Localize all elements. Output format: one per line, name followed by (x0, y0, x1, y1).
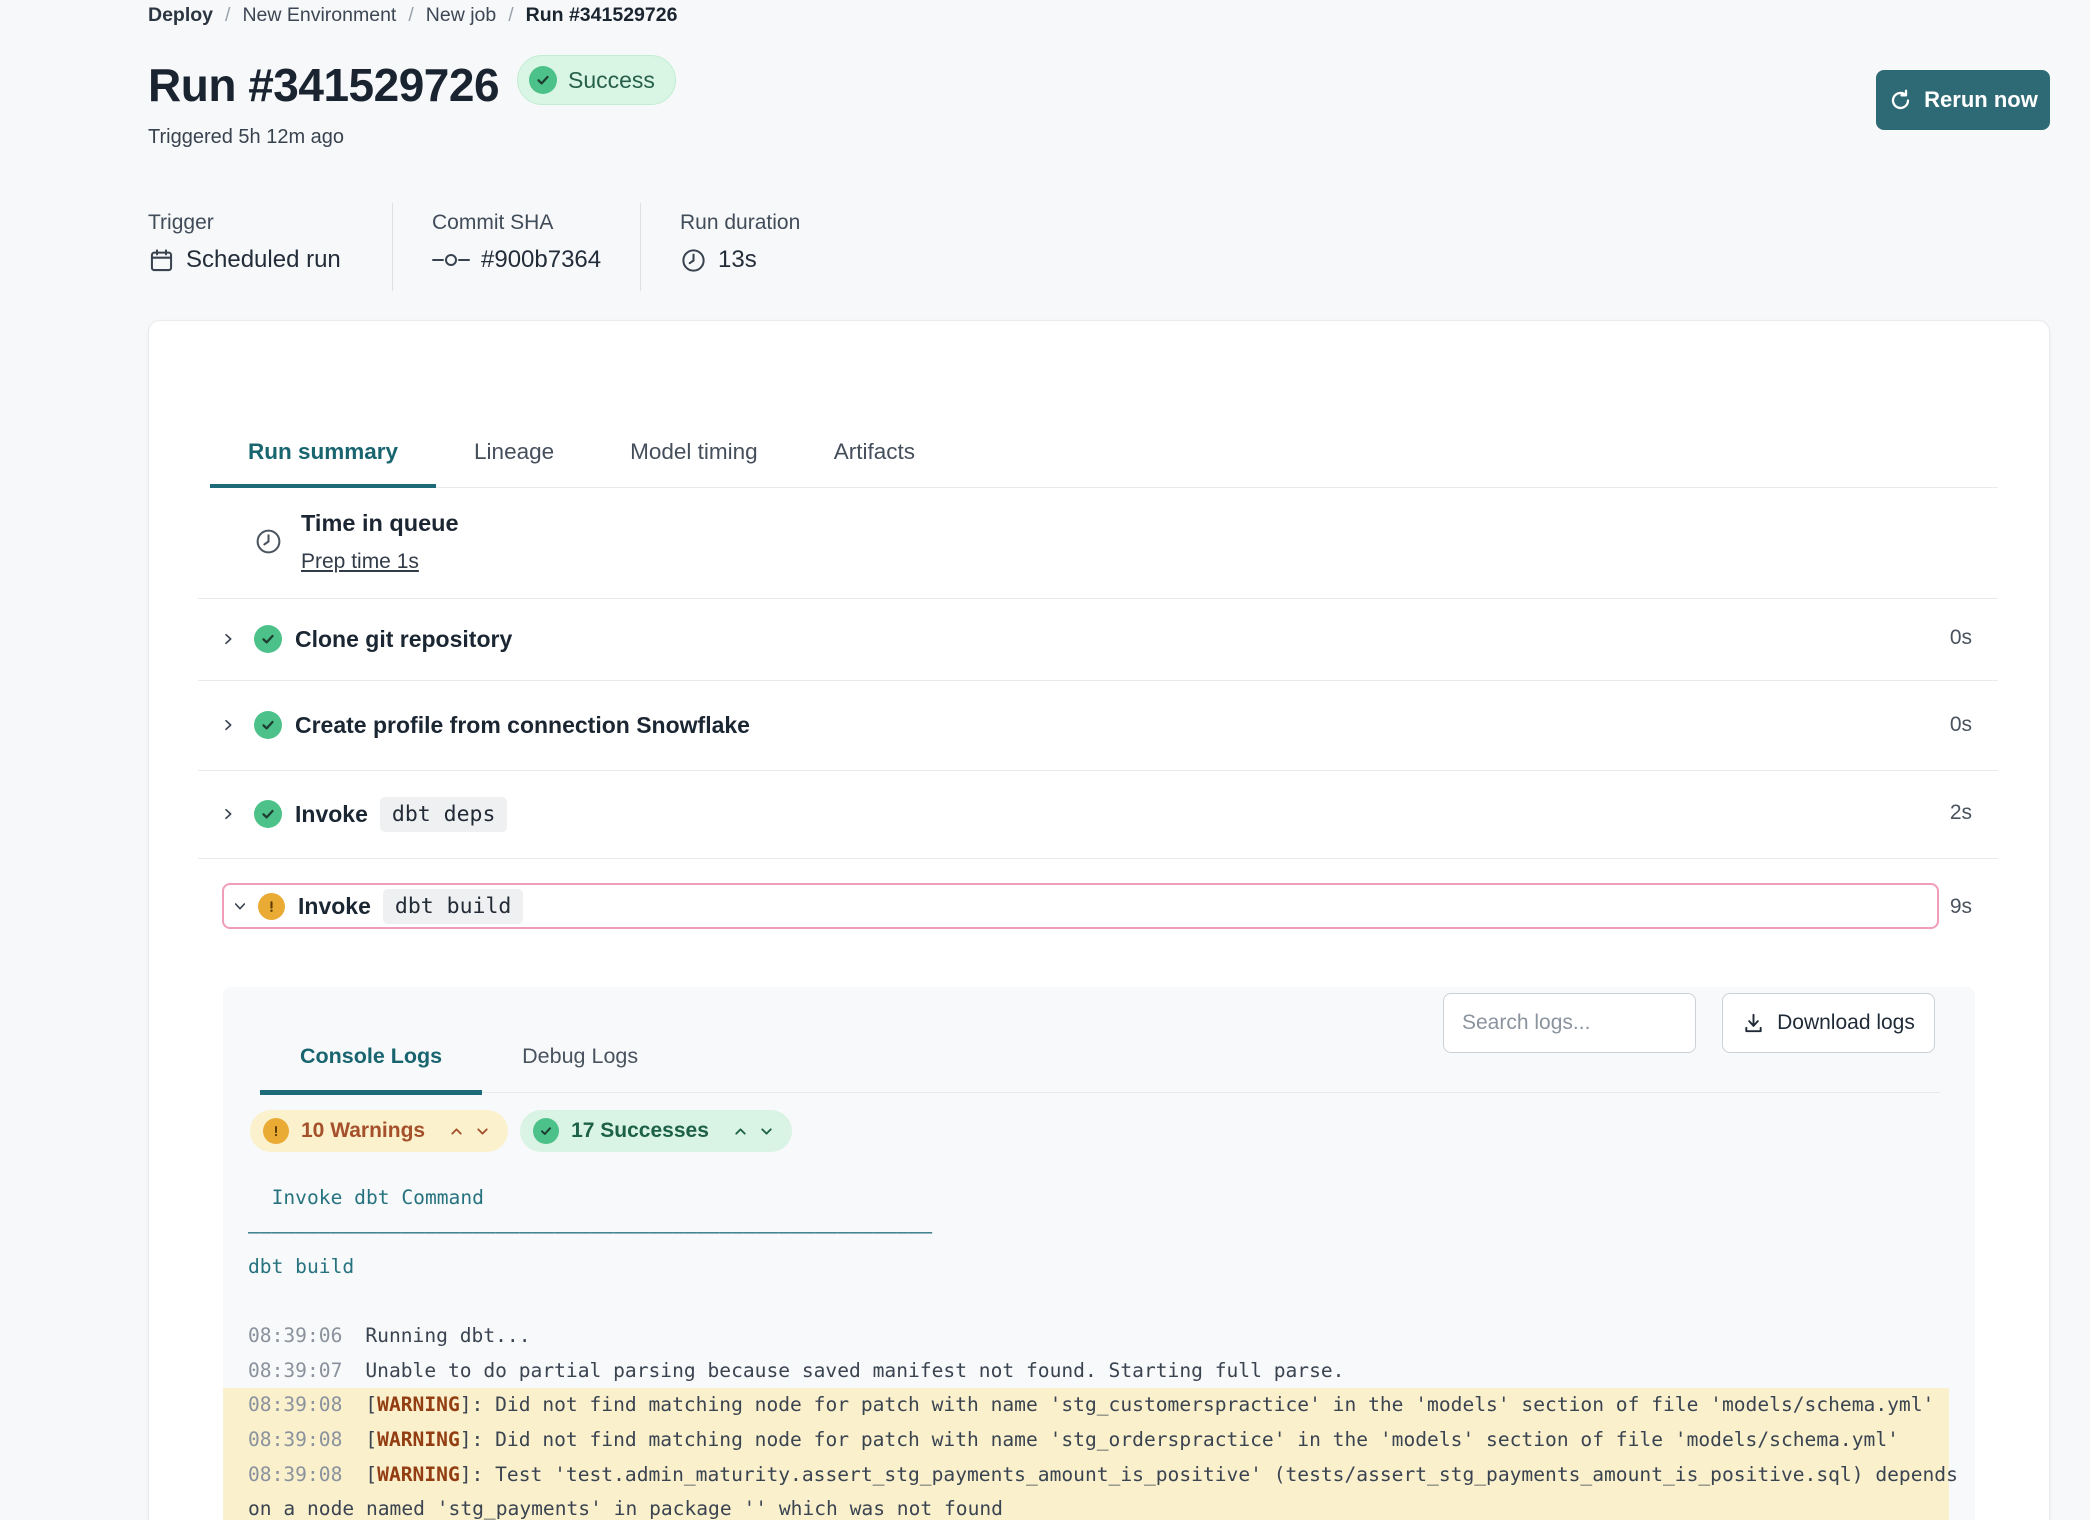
log-line: 08:39:08[WARNING]: Did not find matching… (223, 1422, 1949, 1457)
step-command-pill: dbt build (383, 889, 524, 924)
successes-pill[interactable]: 17 Successes (520, 1110, 792, 1152)
successes-count-label: 17 Successes (571, 1119, 709, 1143)
step-label: Invoke (295, 801, 368, 828)
rerun-now-button[interactable]: Rerun now (1876, 70, 2050, 130)
step-duration: 0s (1932, 626, 1972, 650)
log-line: on a node named 'stg_payments' in packag… (223, 1491, 1949, 1520)
chevron-up-icon[interactable] (448, 1123, 465, 1140)
main-tab-bar: Run summary Lineage Model timing Artifac… (210, 420, 953, 488)
run-duration-label: Run duration (680, 211, 800, 235)
breadcrumb-current-run: Run #341529726 (526, 4, 678, 27)
prep-time-link[interactable]: Prep time 1s (301, 550, 419, 574)
log-filter-badges: 10 Warnings 17 Successes (250, 1110, 792, 1152)
commit-sha-label: Commit SHA (432, 211, 553, 235)
warnings-count-label: 10 Warnings (301, 1119, 425, 1143)
refresh-icon (1888, 88, 1913, 113)
rerun-now-label: Rerun now (1924, 87, 2038, 113)
download-logs-label: Download logs (1777, 1011, 1915, 1035)
clock-icon (254, 527, 283, 561)
warning-circle-icon (263, 1118, 289, 1144)
check-circle-icon (529, 66, 557, 94)
calendar-icon (148, 247, 175, 274)
log-line: ––––––––––––––––––––––––––––––––––––––––… (223, 1215, 1949, 1250)
tab-lineage[interactable]: Lineage (436, 420, 592, 488)
breadcrumb-separator: / (508, 4, 513, 27)
chevron-right-icon (220, 631, 236, 647)
status-badge: Success (517, 55, 676, 105)
commit-sha-value: #900b7364 (432, 246, 601, 274)
check-circle-icon (254, 711, 282, 739)
download-logs-button[interactable]: Download logs (1722, 993, 1935, 1053)
log-line: 08:39:07Unable to do partial parsing bec… (223, 1353, 1949, 1388)
tab-run-summary[interactable]: Run summary (210, 420, 436, 488)
page-title: Run #341529726 (148, 58, 499, 112)
breadcrumb-job[interactable]: New job (426, 4, 496, 27)
status-badge-label: Success (568, 67, 655, 94)
chevron-down-icon[interactable] (758, 1123, 775, 1140)
log-line: 08:39:08[WARNING]: Did not find matching… (223, 1388, 1949, 1423)
tab-model-timing[interactable]: Model timing (592, 420, 796, 488)
meta-divider (392, 203, 393, 291)
console-logs-panel: Console Logs Debug Logs Download logs 10… (223, 987, 1975, 1520)
meta-divider (640, 203, 641, 291)
step-duration: 9s (1932, 895, 1972, 919)
log-line: Invoke dbt Command (223, 1180, 1949, 1215)
row-divider (198, 858, 1998, 859)
chevron-down-icon[interactable] (474, 1123, 491, 1140)
warnings-pill[interactable]: 10 Warnings (250, 1110, 508, 1152)
step-duration: 0s (1932, 713, 1972, 737)
search-logs-input[interactable] (1443, 993, 1696, 1053)
log-line: 08:39:06Running dbt... (223, 1318, 1949, 1353)
step-label: Clone git repository (295, 626, 512, 653)
chevron-up-icon[interactable] (732, 1123, 749, 1140)
chevron-right-icon (220, 806, 236, 822)
clock-icon (680, 247, 707, 274)
tab-console-logs[interactable]: Console Logs (260, 1023, 482, 1095)
time-in-queue-title: Time in queue (301, 510, 459, 537)
download-icon (1742, 1012, 1765, 1035)
breadcrumb-deploy[interactable]: Deploy (148, 4, 213, 27)
breadcrumb-environment[interactable]: New Environment (242, 4, 396, 27)
run-duration-value: 13s (680, 246, 757, 274)
step-row-invoke-dbt-build[interactable]: Invoke dbt build (222, 883, 1939, 929)
check-circle-icon (254, 625, 282, 653)
triggered-text: Triggered 5h 12m ago (148, 126, 344, 149)
warning-circle-icon (258, 893, 285, 920)
tab-debug-logs[interactable]: Debug Logs (482, 1023, 678, 1095)
commit-sha-text: #900b7364 (481, 246, 601, 274)
run-duration-text: 13s (718, 246, 757, 274)
commit-icon (432, 251, 470, 269)
breadcrumb-separator: / (408, 4, 413, 27)
check-circle-icon (533, 1118, 559, 1144)
check-circle-icon (254, 800, 282, 828)
breadcrumb-separator: / (225, 4, 230, 27)
chevron-down-icon (232, 898, 248, 914)
log-line: dbt build (223, 1249, 1949, 1284)
trigger-label: Trigger (148, 211, 214, 235)
step-command-pill: dbt deps (380, 797, 508, 832)
trigger-value: Scheduled run (148, 246, 341, 274)
step-row-invoke-dbt-deps[interactable]: Invoke dbt deps (198, 770, 1998, 858)
step-label: Invoke (298, 893, 371, 920)
log-lines[interactable]: Invoke dbt Command––––––––––––––––––––––… (223, 1180, 1975, 1520)
step-duration: 2s (1932, 801, 1972, 825)
log-line: 08:39:08[WARNING]: Test 'test.admin_matu… (223, 1457, 1949, 1492)
chevron-right-icon (220, 717, 236, 733)
step-row-create-profile[interactable]: Create profile from connection Snowflake (198, 680, 1998, 770)
tab-artifacts[interactable]: Artifacts (796, 420, 953, 488)
breadcrumb: Deploy / New Environment / New job / Run… (148, 4, 677, 27)
step-row-clone-git[interactable]: Clone git repository (198, 598, 1998, 680)
step-label: Create profile from connection Snowflake (295, 712, 750, 739)
trigger-value-text: Scheduled run (186, 246, 341, 274)
log-line (223, 1284, 1949, 1319)
